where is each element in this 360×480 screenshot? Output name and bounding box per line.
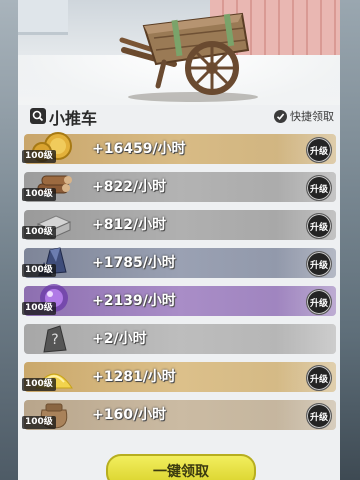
production-rate: +2139/小时 [92, 293, 176, 309]
upgrade-button[interactable]: 升级 [306, 251, 332, 277]
production-rate: +822/小时 [92, 179, 167, 195]
level-badge: 100级 [22, 150, 56, 163]
resource-row-gold: 100级 +16459/小时 升级 [22, 132, 338, 164]
upgrade-button[interactable]: 升级 [306, 137, 332, 163]
check-icon [274, 109, 287, 123]
resource-row-iron: 100级 +1785/小时 升级 [22, 247, 338, 278]
quick-claim-label: 快捷领取 [290, 110, 334, 123]
resource-row-wood: 100级 +822/小时 升级 [22, 172, 338, 202]
resource-list: 100级 +16459/小时 升级 100级 +822/小时 升级 100级 +… [22, 132, 338, 438]
level-badge: 100级 [22, 302, 56, 315]
resource-row-sand: 100级 +1281/小时 升级 [22, 362, 338, 392]
production-rate: +1785/小时 [92, 255, 176, 271]
search-icon[interactable] [30, 108, 46, 124]
level-badge: 100级 [22, 378, 56, 391]
resource-row-crystal: 100级 +2139/小时 升级 [22, 284, 338, 316]
title-bar: 小推车 快捷领取 [18, 104, 340, 128]
cart-illustration [119, 12, 250, 95]
resource-row-stone: 100级 +812/小时 升级 [22, 210, 338, 240]
upgrade-button[interactable]: 升级 [306, 213, 332, 239]
production-rate: +2/小时 [92, 331, 147, 347]
scene-background-left [0, 0, 18, 480]
upgrade-button[interactable]: 升级 [306, 365, 332, 391]
level-badge: 100级 [22, 226, 56, 239]
production-rate: +16459/小时 [92, 141, 186, 157]
production-rate: +160/小时 [92, 407, 167, 423]
cart-panel: 小推车 快捷领取 100级 +16459/小时 升级 100级 +822/小时 … [18, 0, 340, 480]
quick-claim-toggle[interactable]: 快捷领取 [274, 108, 334, 124]
claim-all-button[interactable]: 一键领取 [106, 454, 256, 480]
unknown-resource-icon: ? [43, 325, 67, 353]
scene-background-right [340, 0, 360, 480]
upgrade-button[interactable]: 升级 [306, 403, 332, 429]
resource-row-sack: 100级 +160/小时 升级 [22, 400, 338, 430]
resource-row-unknown: ? +2/小时 [22, 324, 338, 354]
page-title: 小推车 [49, 109, 98, 128]
production-rate: +1281/小时 [92, 369, 176, 385]
svg-text:?: ? [51, 332, 58, 348]
production-rate: +812/小时 [92, 217, 167, 233]
upgrade-button[interactable]: 升级 [306, 289, 332, 315]
level-badge: 100级 [22, 264, 56, 277]
level-badge: 100级 [22, 416, 56, 429]
banner [18, 0, 340, 105]
upgrade-button[interactable]: 升级 [306, 175, 332, 201]
level-badge: 100级 [22, 188, 56, 201]
roof-left [18, 0, 68, 35]
